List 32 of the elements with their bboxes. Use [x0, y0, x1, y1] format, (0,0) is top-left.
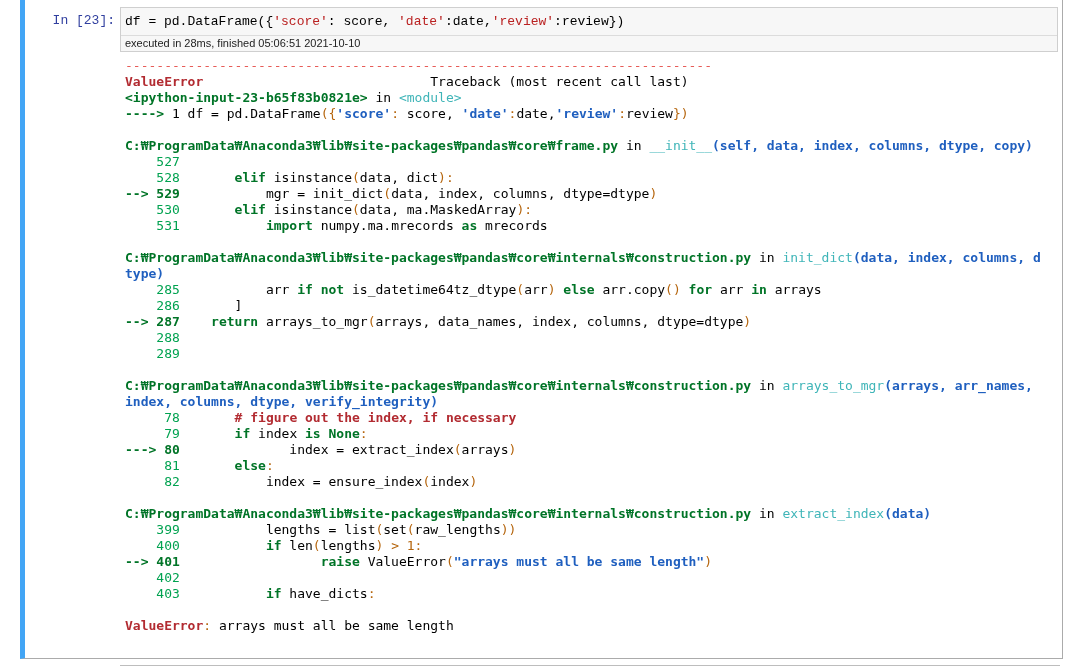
- traceback-line: 527: [155, 154, 181, 170]
- traceback-line: 402: [155, 570, 181, 586]
- traceback-line: 530 elif isinstance(data, ma.MaskedArray):: [155, 202, 534, 218]
- traceback-line: 531 import numpy.ma.mrecords as mrecords: [155, 218, 549, 234]
- traceback-line: C:₩ProgramData₩Anaconda3₩lib₩site-packages₩pandas₩core₩frame.py in __init__(self, data, index, columns, dtype, copy): [125, 138, 1034, 154]
- traceback-line: 289: [155, 346, 181, 362]
- traceback-line: 79 if index is None:: [163, 426, 369, 442]
- traceback-line: 286 ]: [155, 298, 244, 314]
- traceback-line: 78 # figure out the index, if necessary: [163, 410, 518, 426]
- traceback-line: C:₩ProgramData₩Anaconda3₩lib₩site-packages₩pandas₩core₩internals₩construction.py in arrays_to_mgr(arrays, arr_names, index, columns, dtype, verify_integrity): [125, 378, 1034, 410]
- traceback-line: ---> 80 index = extract_index(arrays): [125, 442, 518, 458]
- traceback-line: 528 elif isinstance(data, dict):: [155, 170, 455, 186]
- traceback-line: --> 287 return arrays_to_mgr(arrays, data_names, index, columns, dtype=dtype): [125, 314, 753, 330]
- traceback-line: --> 529 mgr = init_dict(data, index, columns, dtype=dtype): [125, 186, 659, 202]
- traceback-line: <ipython-input-23-b65f83b0821e> in <module>: [125, 90, 463, 106]
- traceback-line: 400 if len(lengths) > 1:: [155, 538, 424, 554]
- traceback-line: C:₩ProgramData₩Anaconda3₩lib₩site-packages₩pandas₩core₩internals₩construction.py in init_dict(data, index, columns, dtype): [125, 250, 1042, 282]
- traceback-line: ValueError: arrays must all be same length: [125, 618, 455, 634]
- traceback-line: ----> 1 df = pd.DataFrame({'score': score, 'date':date,'review':review}): [125, 106, 690, 122]
- traceback-line: --> 401 raise ValueError("arrays must all be same length"): [125, 554, 713, 570]
- traceback-line: 403 if have_dicts:: [155, 586, 377, 602]
- cell-prompt: In [23]:: [51, 12, 116, 30]
- code-editor[interactable]: df = pd.DataFrame({'score': score, 'date':date,'review':review}): [121, 8, 1057, 35]
- traceback-line: ValueError Traceback (most recent call last): [125, 74, 690, 90]
- traceback-line: 81 else:: [163, 458, 275, 474]
- traceback-line: ---------------------------------------------------------------------------: [125, 58, 713, 74]
- execution-time-note: executed in 28ms, finished 05:06:51 2021-10-10: [121, 35, 1057, 51]
- traceback-line: 288: [155, 330, 181, 346]
- traceback-line: C:₩ProgramData₩Anaconda3₩lib₩site-packages₩pandas₩core₩internals₩construction.py in extract_index(data): [125, 506, 933, 522]
- traceback-line: 285 arr if not is_datetime64tz_dtype(arr) else arr.copy() for arr in arrays: [155, 282, 823, 298]
- traceback-line: 399 lengths = list(set(raw_lengths)): [155, 522, 518, 538]
- traceback-line: 82 index = ensure_index(index): [163, 474, 479, 490]
